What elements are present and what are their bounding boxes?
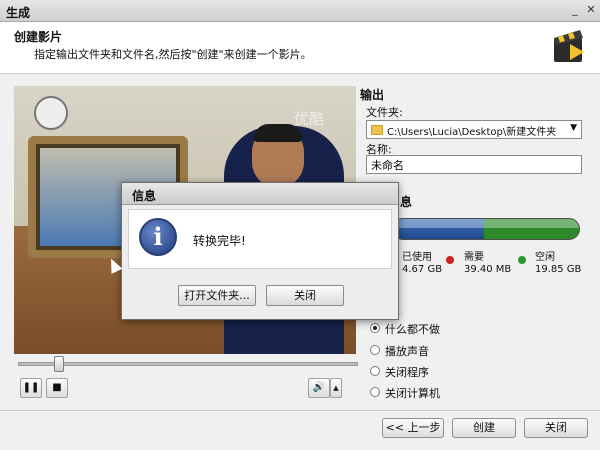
folder-select[interactable]: C:\Users\Lucia\Desktop\新建文件夹 ▼ bbox=[366, 120, 582, 139]
create-button[interactable]: 创建 bbox=[452, 418, 516, 438]
minimize-icon[interactable]: _ bbox=[568, 3, 582, 17]
seek-thumb[interactable] bbox=[54, 356, 64, 372]
output-section-title: 输出 bbox=[360, 88, 385, 102]
movie-clapper-icon bbox=[554, 30, 584, 62]
stop-button[interactable]: ■ bbox=[46, 378, 68, 398]
needed-dot bbox=[446, 256, 454, 264]
disk-usage-bar bbox=[392, 218, 580, 240]
footer-divider bbox=[0, 410, 600, 411]
legend-needed-value: 39.40 MB bbox=[464, 264, 512, 275]
dialog-title: 信息 bbox=[132, 189, 157, 203]
legend-free-value: 19.85 GB bbox=[535, 264, 582, 275]
radio-play-sound[interactable] bbox=[370, 345, 380, 355]
legend-used-label: 已使用 bbox=[402, 252, 432, 263]
cancel-button[interactable]: 关闭 bbox=[524, 418, 588, 438]
back-button[interactable]: << 上一步 bbox=[382, 418, 444, 438]
pause-button[interactable]: ❚❚ bbox=[20, 378, 42, 398]
wall-clock-image bbox=[34, 96, 68, 130]
radio-close-program[interactable] bbox=[370, 366, 380, 376]
folder-icon bbox=[371, 125, 383, 135]
dialog-close-button[interactable]: 关闭 bbox=[266, 285, 344, 306]
folder-path: C:\Users\Lucia\Desktop\新建文件夹 bbox=[387, 127, 557, 138]
dialog-titlebar: 信息 bbox=[122, 183, 398, 205]
radio-do-nothing-label[interactable]: 什么都不做 bbox=[385, 321, 440, 337]
window-titlebar: 生成 _ ✕ bbox=[0, 0, 600, 22]
wizard-header: 创建影片 指定输出文件夹和文件名,然后按"创建"来创建一个影片。 bbox=[0, 22, 600, 74]
free-dot bbox=[518, 256, 526, 264]
radio-close-program-label[interactable]: 关闭程序 bbox=[385, 364, 429, 380]
legend-used-value: 4.67 GB bbox=[402, 264, 443, 275]
video-watermark: 优酷 bbox=[294, 110, 325, 128]
legend-free-label: 空闲 bbox=[535, 252, 555, 263]
page-subtitle: 指定输出文件夹和文件名,然后按"创建"来创建一个影片。 bbox=[34, 48, 312, 61]
window-title: 生成 bbox=[6, 6, 31, 20]
folder-label: 文件夹: bbox=[366, 106, 403, 119]
radio-do-nothing[interactable] bbox=[370, 323, 380, 333]
volume-dropdown-icon[interactable]: ▲ bbox=[330, 378, 342, 398]
close-icon[interactable]: ✕ bbox=[584, 3, 598, 17]
radio-shutdown[interactable] bbox=[370, 387, 380, 397]
open-folder-button[interactable]: 打开文件夹... bbox=[178, 285, 256, 306]
name-field[interactable] bbox=[366, 155, 582, 174]
radio-play-sound-label[interactable]: 播放声音 bbox=[385, 343, 429, 359]
dialog-message: 转换完毕! bbox=[193, 234, 246, 248]
dialog-body: i 转换完毕! bbox=[128, 209, 392, 269]
chevron-down-icon[interactable]: ▼ bbox=[570, 123, 577, 133]
info-icon: i bbox=[139, 218, 177, 256]
page-title: 创建影片 bbox=[14, 30, 63, 44]
seek-track[interactable] bbox=[18, 362, 358, 366]
legend-needed-label: 需要 bbox=[464, 252, 484, 263]
radio-shutdown-label[interactable]: 关闭计算机 bbox=[385, 385, 440, 401]
info-dialog: 信息 i 转换完毕! 打开文件夹... 关闭 bbox=[121, 182, 399, 320]
disk-section-title: 息 bbox=[400, 195, 413, 209]
volume-button[interactable]: 🔊 bbox=[308, 378, 330, 398]
